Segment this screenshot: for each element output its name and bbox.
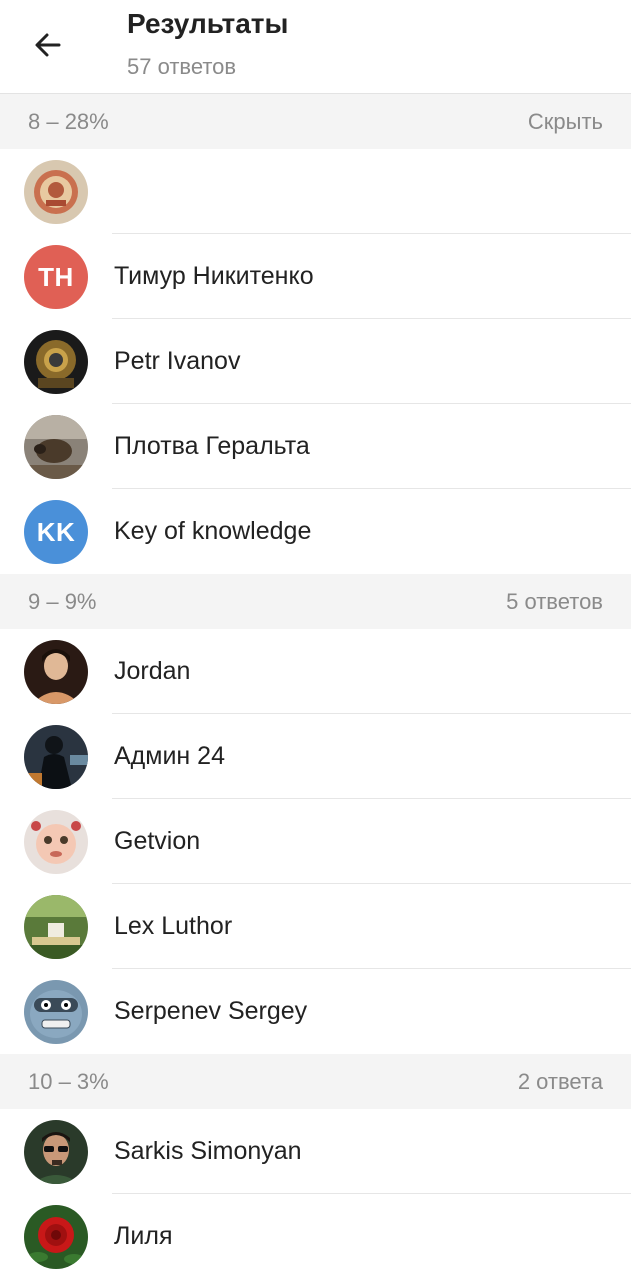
voter-name: Админ 24 [114,742,225,770]
voter-row[interactable]: KK Key of knowledge [0,489,631,574]
avatar: ТН [24,245,88,309]
avatar [24,895,88,959]
avatar [24,725,88,789]
avatar: KK [24,500,88,564]
avatar-initials: ТН [38,261,74,292]
voter-row[interactable] [0,149,631,234]
voter-row[interactable]: Плотва Геральта [0,404,631,489]
voters-list: Sarkis Simonyan Лиля [0,1109,631,1279]
voter-row[interactable]: Лиля [0,1194,631,1279]
doll-photo-icon [24,810,88,874]
voter-row[interactable]: Petr Ivanov [0,319,631,404]
voter-name: Getvion [114,827,201,855]
voter-name: Тимур Никитенко [114,262,314,290]
horse-photo-icon [24,415,88,479]
voter-name: Sarkis Simonyan [114,1137,302,1165]
avatar [24,980,88,1044]
rose-photo-icon [24,1205,88,1269]
option-header: 8 – 28% Скрыть [0,94,631,149]
badge-photo-icon [24,160,88,224]
voter-row[interactable]: ТН Тимур Никитенко [0,234,631,319]
answers-count-link[interactable]: 5 ответов [506,589,603,615]
voter-row[interactable]: Админ 24 [0,714,631,799]
voter-row[interactable]: Serpenev Sergey [0,969,631,1054]
voter-name: Petr Ivanov [114,347,241,375]
voter-name: Key of knowledge [114,517,312,545]
avatar [24,415,88,479]
voter-name: Jordan [114,657,191,685]
avatar [24,330,88,394]
garden-photo-icon [24,895,88,959]
option-header: 10 – 3% 2 ответа [0,1054,631,1109]
person-photo-icon [24,640,88,704]
voter-row[interactable]: Sarkis Simonyan [0,1109,631,1194]
diver-helmet-photo-icon [24,330,88,394]
avatar [24,640,88,704]
voter-name: Лиля [114,1222,173,1250]
hide-button[interactable]: Скрыть [528,109,603,135]
option-percent: 8 – 28% [28,108,109,134]
top-bar: Результаты 57 ответов [0,0,631,94]
dark-figure-photo-icon [24,725,88,789]
answers-count-link[interactable]: 2 ответа [518,1069,603,1095]
avatar [24,160,88,224]
voter-name: Serpenev Sergey [114,997,308,1025]
voter-name: Плотва Геральта [114,432,310,460]
back-button[interactable] [18,20,78,70]
arrow-left-icon [35,33,61,57]
avatar [24,810,88,874]
voter-row[interactable]: Jordan [0,629,631,714]
sunglasses-person-photo-icon [24,1120,88,1184]
option-header: 9 – 9% 5 ответов [0,574,631,629]
voters-list: Jordan Админ 24 Getvion Lex Luthor Serpe… [0,629,631,1054]
voter-row[interactable]: Lex Luthor [0,884,631,969]
robot-face-photo-icon [24,980,88,1044]
voter-row[interactable]: Getvion [0,799,631,884]
option-percent: 9 – 9% [28,588,97,614]
results-list: 8 – 28% Скрыть ТН Тимур Никитенко Petr I… [0,94,631,1279]
page-title: Результаты [127,8,289,39]
avatar [24,1120,88,1184]
avatar [24,1205,88,1269]
voter-name: Lex Luthor [114,912,233,940]
voters-list: ТН Тимур Никитенко Petr Ivanov Плотва Ге… [0,149,631,574]
answers-count: 57 ответов [127,54,237,79]
avatar-initials: KK [36,516,76,547]
option-percent: 10 – 3% [28,1068,109,1094]
